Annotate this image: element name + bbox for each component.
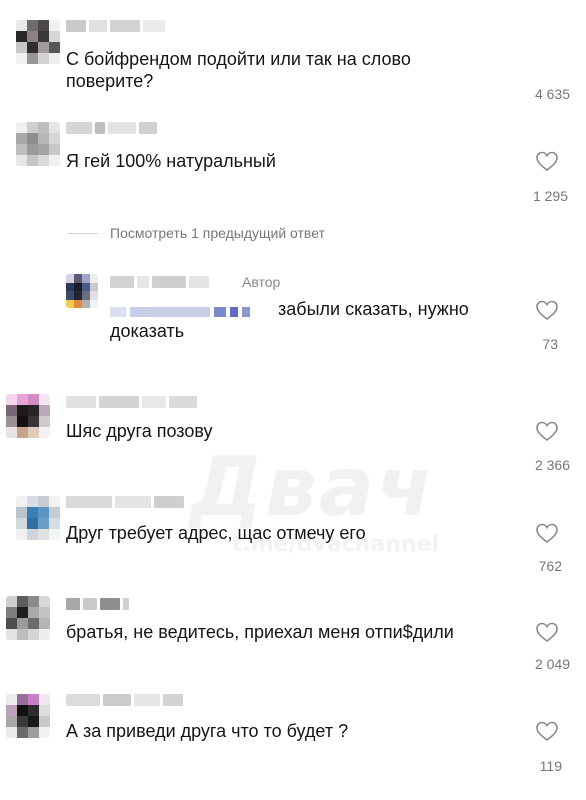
- watermark-logo: Двач: [190, 440, 435, 535]
- avatar[interactable]: [66, 274, 98, 308]
- username-blurred[interactable]: [66, 20, 165, 32]
- avatar[interactable]: [16, 20, 60, 64]
- like-count: 73: [542, 336, 558, 352]
- like-count: 2 049: [534, 656, 570, 672]
- comment-text: Друг требует адрес, щас отмечу его: [66, 523, 366, 543]
- view-previous-replies-link[interactable]: Посмотреть 1 предыдущий ответ: [110, 225, 325, 241]
- avatar[interactable]: [16, 122, 60, 166]
- comment-text: С бойфрендом подойти или так на слово по…: [66, 49, 411, 91]
- avatar[interactable]: [6, 394, 50, 438]
- avatar[interactable]: [6, 596, 50, 640]
- thread-divider: [68, 233, 98, 234]
- heart-outline-icon[interactable]: [535, 299, 559, 321]
- like-count: 4 635: [534, 86, 570, 102]
- like-count: 2 366: [534, 457, 570, 473]
- comment-text: Я гей 100% натуральный: [66, 151, 276, 171]
- username-blurred[interactable]: [66, 396, 197, 408]
- username-blurred[interactable]: [66, 122, 157, 134]
- heart-outline-icon[interactable]: [535, 150, 559, 172]
- username-blurred[interactable]: [66, 694, 183, 706]
- author-badge: Автор: [242, 274, 281, 290]
- username-blurred[interactable]: [110, 276, 209, 288]
- like-count: 1 295: [532, 188, 568, 204]
- username-blurred[interactable]: [66, 598, 129, 610]
- comment-text: Шяс друга позову: [66, 421, 213, 441]
- heart-outline-icon[interactable]: [535, 522, 559, 544]
- heart-outline-icon[interactable]: [535, 420, 559, 442]
- heart-outline-icon[interactable]: [535, 720, 559, 742]
- avatar[interactable]: [16, 496, 60, 540]
- heart-outline-icon[interactable]: [535, 621, 559, 643]
- avatar[interactable]: [6, 694, 50, 738]
- like-count: 119: [539, 758, 562, 774]
- like-count: 762: [538, 558, 562, 574]
- comment-text: братья, не ведитесь, приехал меня отпи$д…: [66, 622, 454, 642]
- username-blurred[interactable]: [66, 496, 184, 508]
- comment-text: А за приведи друга что то будет ?: [66, 721, 349, 741]
- comment-text: забыли сказать, нужно доказать: [110, 299, 469, 341]
